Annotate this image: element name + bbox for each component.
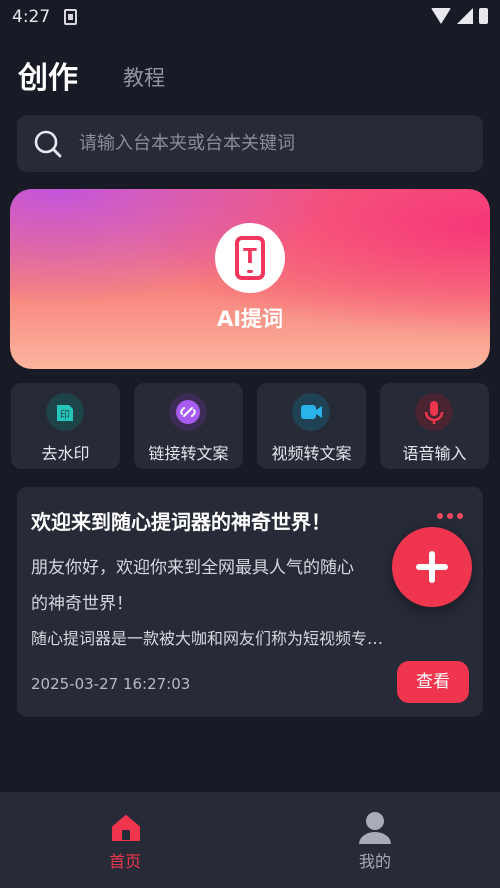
signal-icon [457, 8, 473, 24]
tool-video-to-text[interactable]: 视频转文案 [257, 383, 366, 469]
home-icon [112, 815, 140, 841]
more-dot [457, 513, 463, 519]
phone-t-letter: T [243, 244, 257, 268]
ai-prompter-banner[interactable]: T AI提词 [10, 189, 490, 369]
app-screen: 4:27 创作 教程 请输入台本夹或台本关键词 T AI提词 印 去水印 链接转… [0, 0, 500, 888]
view-button[interactable]: 查看 [397, 661, 469, 703]
banner-label: AI提词 [216, 307, 284, 331]
search-icon [34, 130, 62, 158]
tool-label: 去水印 [41, 444, 90, 463]
teleprompter-phone-icon: T [235, 236, 265, 280]
phone-home-indicator [247, 270, 253, 273]
tool-label: 视频转文案 [271, 444, 352, 463]
status-icons [431, 8, 488, 24]
nav-label: 首页 [108, 852, 141, 871]
nav-item-mine[interactable]: 我的 [315, 792, 435, 888]
bottom-nav: 首页 我的 [0, 792, 500, 888]
microphone-icon [415, 393, 453, 431]
sim-card-icon [64, 9, 77, 25]
tool-voice-input[interactable]: 语音输入 [380, 383, 489, 469]
tool-label: 语音输入 [402, 444, 467, 463]
status-time: 4:27 [12, 7, 51, 27]
link-icon [169, 393, 207, 431]
video-camera-icon [292, 393, 330, 431]
tool-remove-watermark[interactable]: 印 去水印 [11, 383, 120, 469]
tool-link-to-text[interactable]: 链接转文案 [134, 383, 243, 469]
card-date: 2025-03-27 16:27:03 [31, 675, 191, 693]
user-icon [359, 812, 391, 844]
card-text-line: 朋友你好，欢迎你来到全网最具人气的随心 [31, 558, 354, 578]
tool-label: 链接转文案 [148, 444, 229, 463]
nav-label: 我的 [358, 852, 391, 871]
watermark-remove-icon: 印 [46, 393, 84, 431]
card-title: 欢迎来到随心提词器的神奇世界！ [31, 510, 331, 534]
card-text-line: 随心提词器是一款被大咖和网友们称为短视频专… [31, 629, 384, 648]
nav-item-home[interactable]: 首页 [65, 792, 185, 888]
more-dot [437, 513, 443, 519]
search-bar[interactable]: 请输入台本夹或台本关键词 [17, 115, 483, 172]
svg-text:印: 印 [60, 409, 70, 421]
tab-tutorial[interactable]: 教程 [123, 62, 165, 92]
more-options-icon[interactable] [437, 513, 463, 519]
banner-icon-circle: T [215, 223, 285, 293]
more-dot [447, 513, 453, 519]
add-button[interactable] [392, 527, 472, 607]
wifi-icon [431, 8, 451, 24]
tab-create[interactable]: 创作 [18, 53, 78, 97]
status-bar: 4:27 [0, 0, 500, 36]
search-input[interactable]: 请输入台本夹或台本关键词 [79, 115, 295, 172]
plus-icon-vertical [429, 551, 435, 583]
battery-icon [479, 8, 488, 24]
card-text-line: 的神奇世界！ [31, 594, 133, 614]
